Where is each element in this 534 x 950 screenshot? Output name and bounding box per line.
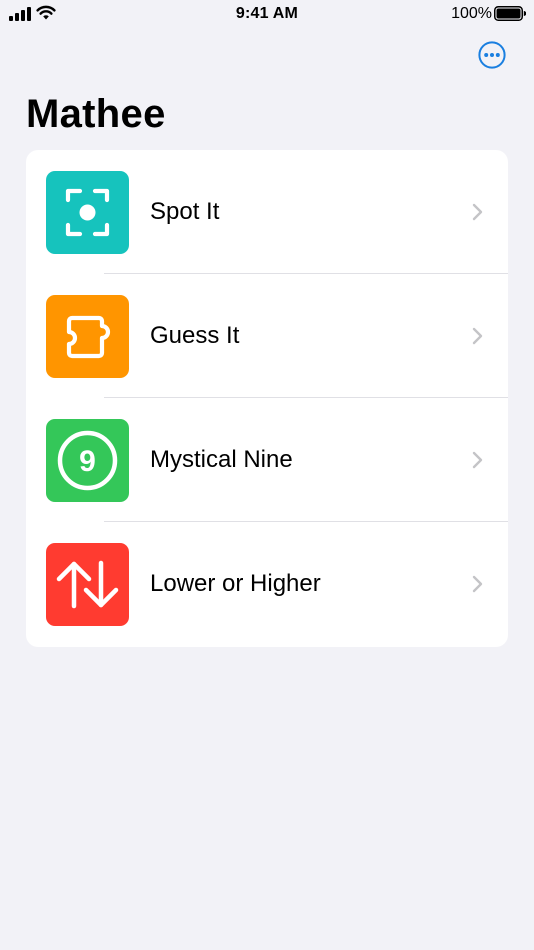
up-down-arrows-icon (56, 560, 119, 609)
more-options-button[interactable] (478, 41, 506, 69)
lower-or-higher-app-icon (46, 543, 129, 626)
nine-circle-icon: 9 (57, 430, 118, 491)
list-item-lower-or-higher[interactable]: Lower or Higher (26, 522, 508, 646)
list-item-label: Guess It (150, 322, 240, 349)
puzzle-piece-icon (66, 315, 111, 359)
games-list: Spot It Guess It 9 Mystical Nine Lower o… (26, 150, 508, 647)
list-item-label: Lower or Higher (150, 570, 321, 597)
nine-digit: 9 (79, 445, 96, 478)
chevron-right-icon (472, 327, 483, 345)
chevron-right-icon (472, 575, 483, 593)
screen: 9:41 AM 100% Mathee Spot It Guess It 9 M… (0, 0, 534, 950)
list-item-guess-it[interactable]: Guess It (26, 274, 508, 398)
battery-percentage: 100% (451, 5, 492, 22)
viewfinder-dot-icon (65, 188, 110, 237)
list-item-label: Spot It (150, 198, 220, 225)
chevron-right-icon (472, 203, 483, 221)
mystical-nine-app-icon: 9 (46, 419, 129, 502)
ellipsis-circle-icon (478, 41, 506, 69)
status-bar: 9:41 AM 100% (0, 0, 534, 30)
list-item-label: Mystical Nine (150, 446, 293, 473)
guess-it-app-icon (46, 295, 129, 378)
list-item-spot-it[interactable]: Spot It (26, 150, 508, 274)
page-title: Mathee (26, 92, 166, 136)
chevron-right-icon (472, 451, 483, 469)
battery-icon (494, 6, 526, 21)
list-item-mystical-nine[interactable]: 9 Mystical Nine (26, 398, 508, 522)
spot-it-app-icon (46, 171, 129, 254)
